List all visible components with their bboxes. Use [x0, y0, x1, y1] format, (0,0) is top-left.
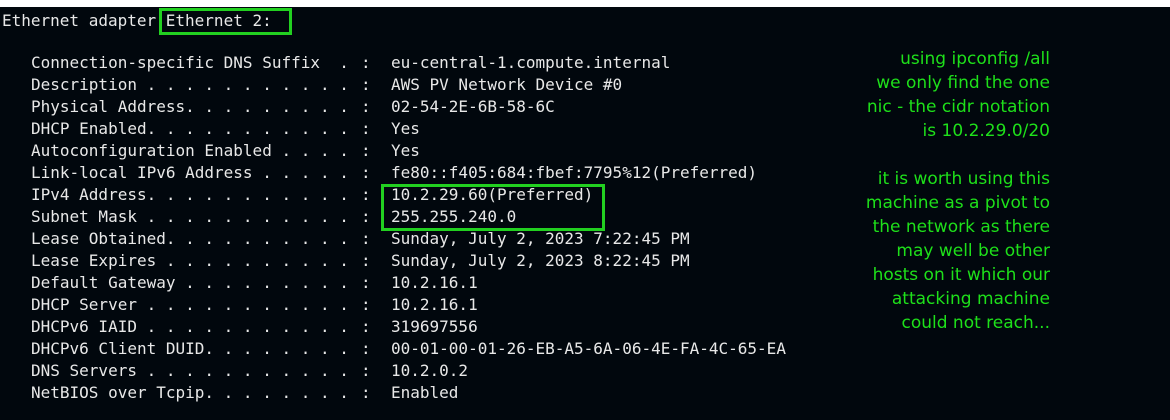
ipconfig-row: Connection-specific DNS Suffix .: eu-cen…	[0, 52, 670, 74]
row-label: Default Gateway . . . . . . . . .	[31, 273, 349, 292]
window-top-edge	[0, 0, 1170, 7]
ipconfig-row: Lease Obtained. . . . . . . . . .: Sunda…	[0, 228, 690, 250]
row-value: Sunday, July 2, 2023 7:22:45 PM	[391, 229, 690, 248]
row-separator: :	[361, 295, 381, 314]
ipconfig-row: NetBIOS over Tcpip. . . . . . . .: Enabl…	[0, 382, 458, 404]
row-value: fe80::f405:684:fbef:7795%12(Preferred)	[391, 163, 758, 182]
row-label: DNS Servers . . . . . . . . . . .	[31, 361, 349, 380]
ipconfig-row: Physical Address. . . . . . . . .: 02-54…	[0, 96, 555, 118]
row-value: 00-01-00-01-26-EB-A5-6A-06-4E-FA-4C-65-E…	[391, 339, 786, 358]
row-label: Lease Expires . . . . . . . . . .	[31, 251, 349, 270]
row-value: Yes	[391, 119, 420, 138]
row-separator: :	[361, 53, 381, 72]
row-separator: :	[361, 229, 381, 248]
row-value: Yes	[391, 141, 420, 160]
ipconfig-row: Default Gateway . . . . . . . . .: 10.2.…	[0, 272, 478, 294]
ipconfig-row: DHCPv6 IAID . . . . . . . . . . .: 31969…	[0, 316, 478, 338]
row-label: DHCP Server . . . . . . . . . . .	[31, 295, 349, 314]
row-separator: :	[361, 273, 381, 292]
row-label: DHCP Enabled. . . . . . . . . . .	[31, 119, 349, 138]
ipconfig-row: DHCPv6 Client DUID. . . . . . . .: 00-01…	[0, 338, 786, 360]
ipconfig-row: Autoconfiguration Enabled . . . .: Yes	[0, 140, 420, 162]
annotation-cidr-text: using ipconfig /all we only find the one…	[866, 49, 1050, 141]
row-label: DHCPv6 Client DUID. . . . . . . .	[31, 339, 349, 358]
annotation-cidr: using ipconfig /all we only find the one…	[825, 47, 1050, 143]
row-value: 10.2.16.1	[391, 273, 478, 292]
annotation-pivot: it is worth using this machine as a pivo…	[825, 167, 1050, 335]
row-label: Description . . . . . . . . . . .	[31, 75, 349, 94]
row-separator: :	[361, 163, 381, 182]
ipconfig-row: DHCP Server . . . . . . . . . . .: 10.2.…	[0, 294, 478, 316]
terminal-window[interactable]: Ethernet adapter Ethernet 2: Connection-…	[0, 7, 1170, 420]
row-value: 319697556	[391, 317, 478, 336]
ipv4-subnet-highlight	[381, 184, 605, 231]
row-label: NetBIOS over Tcpip. . . . . . . .	[31, 383, 349, 402]
row-value: 02-54-2E-6B-58-6C	[391, 97, 555, 116]
annotation-pivot-text: it is worth using this machine as a pivo…	[865, 169, 1050, 333]
row-value: AWS PV Network Device #0	[391, 75, 623, 94]
row-separator: :	[361, 141, 381, 160]
adapter-header-prefix: Ethernet adapter	[2, 11, 166, 30]
ipconfig-row: Link-local IPv6 Address . . . . .: fe80:…	[0, 162, 757, 184]
row-label: Physical Address. . . . . . . . .	[31, 97, 349, 116]
row-separator: :	[361, 361, 381, 380]
row-label: Autoconfiguration Enabled . . . .	[31, 141, 349, 160]
ipconfig-row: DHCP Enabled. . . . . . . . . . .: Yes	[0, 118, 420, 140]
row-separator: :	[361, 251, 381, 270]
row-separator: :	[361, 317, 381, 336]
row-value: 10.2.0.2	[391, 361, 469, 380]
row-separator: :	[361, 97, 381, 116]
row-separator: :	[361, 383, 381, 402]
row-value: Sunday, July 2, 2023 8:22:45 PM	[391, 251, 690, 270]
ipconfig-row: Description . . . . . . . . . . .: AWS P…	[0, 74, 622, 96]
row-separator: :	[361, 75, 381, 94]
row-label: Lease Obtained. . . . . . . . . .	[31, 229, 349, 248]
row-separator: :	[361, 339, 381, 358]
ipconfig-row: DNS Servers . . . . . . . . . . .: 10.2.…	[0, 360, 468, 382]
adapter-name-highlight	[159, 8, 292, 35]
row-label: IPv4 Address. . . . . . . . . . .	[31, 185, 349, 204]
row-label: DHCPv6 IAID . . . . . . . . . . .	[31, 317, 349, 336]
row-label: Connection-specific DNS Suffix .	[31, 53, 349, 72]
row-label: Subnet Mask . . . . . . . . . . .	[31, 207, 349, 226]
row-label: Link-local IPv6 Address . . . . .	[31, 163, 349, 182]
row-value: 10.2.16.1	[391, 295, 478, 314]
ipconfig-row: Lease Expires . . . . . . . . . .: Sunda…	[0, 250, 690, 272]
row-separator: :	[361, 119, 381, 138]
row-value: eu-central-1.compute.internal	[391, 53, 671, 72]
row-value: Enabled	[391, 383, 459, 402]
